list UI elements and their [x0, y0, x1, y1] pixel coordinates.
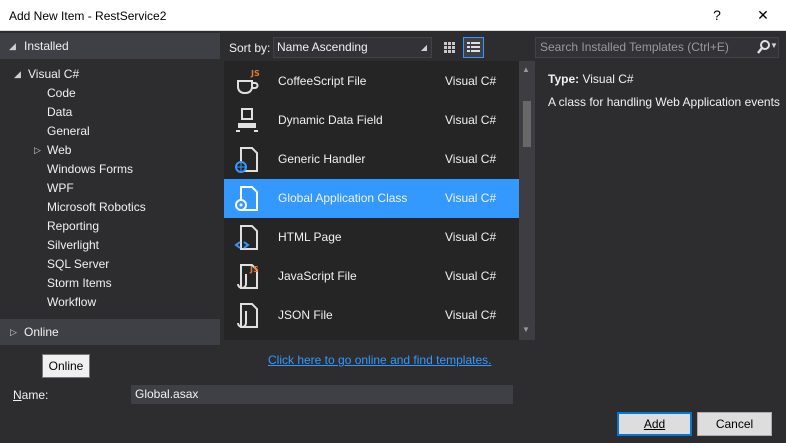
template-name: CoffeeScript File: [278, 74, 367, 88]
tree-item-data[interactable]: Data: [0, 103, 220, 122]
tree-label-installed: Installed: [24, 39, 69, 53]
collapsed-triangle-icon: ▷: [34, 145, 41, 155]
tree-item-label: SQL Server: [47, 257, 110, 271]
template-item-global-application-class[interactable]: Global Application Class Visual C#: [224, 179, 519, 218]
template-name: Generic Handler: [278, 152, 366, 166]
sort-dropdown-value: Name Ascending: [277, 40, 368, 54]
name-label-accelerator: N: [13, 388, 22, 402]
dropdown-arrow-icon: ◢: [420, 43, 427, 52]
online-tooltip: Online: [42, 354, 90, 378]
tree-item-label: Microsoft Robotics: [47, 200, 146, 214]
sort-dropdown[interactable]: Name Ascending ◢: [273, 37, 432, 58]
grid-view-icon: [444, 42, 455, 53]
tree-label-online: Online: [24, 325, 59, 339]
category-tree: ◢ Installed ◢ Visual C# Code Data Genera…: [0, 31, 220, 345]
template-name: JSON File: [278, 308, 333, 322]
template-name: Global Application Class: [278, 191, 408, 205]
tree-node-online[interactable]: ▷ Online: [0, 319, 220, 345]
search-options-dropdown-icon[interactable]: ▼: [770, 41, 778, 50]
tree-item-workflow[interactable]: Workflow: [0, 293, 220, 312]
template-language: Visual C#: [445, 269, 497, 283]
name-label: Name:: [13, 388, 48, 402]
tree-item-label: Code: [47, 86, 76, 100]
list-view-button[interactable]: [463, 37, 484, 58]
type-value: Visual C#: [582, 72, 634, 86]
tree-item-wpf[interactable]: WPF: [0, 179, 220, 198]
template-name: Dynamic Data Field: [278, 113, 383, 127]
html-page-icon: [234, 225, 258, 250]
scroll-up-arrow-icon[interactable]: ▲: [522, 65, 530, 74]
tree-item-label: WPF: [47, 181, 74, 195]
tree-item-web[interactable]: ▷ Web: [0, 141, 220, 160]
template-list: JS CoffeeScript File Visual C# Dynamic D…: [224, 61, 519, 340]
expanded-triangle-icon: ◢: [14, 69, 21, 79]
tree-node-installed[interactable]: ◢ Installed: [0, 33, 220, 59]
title-bar: Add New Item - RestService2 ? ✕: [0, 0, 786, 31]
template-description: A class for handling Web Application eve…: [548, 95, 780, 109]
template-language: Visual C#: [445, 230, 497, 244]
generic-handler-icon: [235, 147, 258, 173]
json-file-icon: [237, 303, 258, 328]
template-name: HTML Page: [278, 230, 342, 244]
tree-item-label: Reporting: [47, 219, 100, 233]
scrollbar-thumb[interactable]: [523, 101, 531, 147]
template-details: Type: Visual C# A class for handling Web…: [548, 71, 780, 110]
tree-node-visual-csharp[interactable]: ◢ Visual C#: [0, 65, 220, 84]
tree-item-label: Data: [47, 105, 73, 119]
tree-item-label: General: [47, 124, 90, 138]
template-item-generic-handler[interactable]: Generic Handler Visual C#: [224, 140, 519, 179]
tree-item-label: Storm Items: [47, 276, 112, 290]
scroll-down-arrow-icon[interactable]: ▼: [522, 325, 530, 334]
list-view-icon: [467, 42, 480, 52]
tree-item-silverlight[interactable]: Silverlight: [0, 236, 220, 255]
template-language: Visual C#: [445, 152, 497, 166]
global-application-class-icon: [235, 186, 258, 211]
sort-bar: Sort by: Name Ascending ◢: [220, 31, 536, 61]
search-placeholder: Search Installed Templates (Ctrl+E): [540, 40, 729, 54]
add-button[interactable]: Add: [617, 412, 692, 436]
tree-item-sql-server[interactable]: SQL Server: [0, 255, 220, 274]
template-list-scrollbar[interactable]: ▲ ▼: [519, 61, 535, 340]
svg-text:JS: JS: [250, 69, 260, 78]
template-item-javascript-file[interactable]: JS JavaScript File Visual C#: [224, 257, 519, 296]
template-language: Visual C#: [445, 113, 497, 127]
add-button-label: Add: [643, 417, 666, 431]
close-button[interactable]: ✕: [744, 0, 782, 31]
type-label: Type:: [548, 72, 580, 86]
dynamic-data-field-icon: [236, 108, 258, 132]
grid-view-button[interactable]: [439, 37, 460, 58]
template-item-html-page[interactable]: HTML Page Visual C#: [224, 218, 519, 257]
name-label-text: ame:: [21, 388, 49, 402]
tree-item-code[interactable]: Code: [0, 84, 220, 103]
template-language: Visual C#: [445, 308, 497, 322]
tree-item-label: Windows Forms: [47, 162, 134, 176]
collapsed-triangle-icon: ▷: [10, 327, 17, 337]
template-name: JavaScript File: [278, 269, 357, 283]
coffeescript-file-icon: JS: [237, 69, 260, 94]
name-field[interactable]: Global.asax: [131, 385, 513, 404]
cancel-button[interactable]: Cancel: [697, 412, 772, 436]
template-item-dynamic-data-field[interactable]: Dynamic Data Field Visual C#: [224, 101, 519, 140]
svg-text:JS: JS: [249, 265, 259, 274]
tree-item-storm-items[interactable]: Storm Items: [0, 274, 220, 293]
template-language: Visual C#: [445, 74, 497, 88]
online-templates-link[interactable]: Click here to go online and find templat…: [268, 353, 491, 367]
tree-label-visual-csharp: Visual C#: [28, 67, 80, 81]
template-item-coffeescript-file[interactable]: JS CoffeeScript File Visual C#: [224, 62, 519, 101]
tree-item-label: Web: [47, 143, 72, 157]
search-input[interactable]: Search Installed Templates (Ctrl+E): [535, 37, 779, 58]
tree-item-label: Workflow: [47, 295, 97, 309]
tree-item-windows-forms[interactable]: Windows Forms: [0, 160, 220, 179]
tree-item-reporting[interactable]: Reporting: [0, 217, 220, 236]
template-item-json-file[interactable]: JSON File Visual C#: [224, 296, 519, 335]
tree-item-microsoft-robotics[interactable]: Microsoft Robotics: [0, 198, 220, 217]
expanded-triangle-icon: ◢: [9, 41, 16, 51]
tree-item-label: Silverlight: [47, 238, 100, 252]
sort-label: Sort by:: [229, 41, 271, 55]
template-language: Visual C#: [445, 191, 497, 205]
javascript-file-icon: JS: [237, 264, 259, 289]
tree-item-general[interactable]: General: [0, 122, 220, 141]
help-button[interactable]: ?: [698, 0, 736, 31]
window-title: Add New Item - RestService2: [9, 9, 167, 23]
